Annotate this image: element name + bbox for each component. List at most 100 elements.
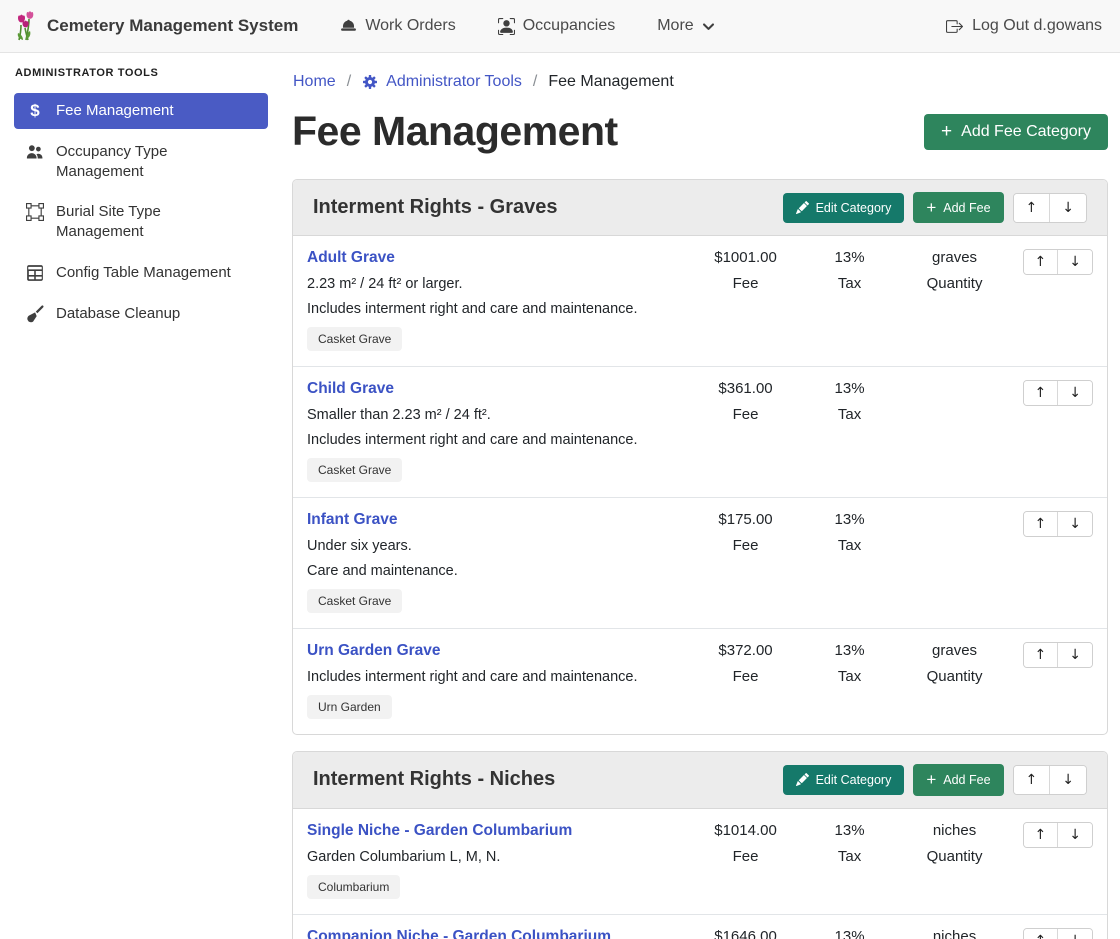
breadcrumb-admin-tools-link[interactable]: Administrator Tools bbox=[362, 73, 522, 91]
category-header: Interment Rights - Graves Edit Category … bbox=[293, 180, 1107, 236]
fee-description: Care and maintenance. bbox=[307, 563, 683, 579]
fee-tax-label: Tax bbox=[801, 406, 899, 423]
app-title: Cemetery Management System bbox=[47, 16, 298, 36]
logout-link[interactable]: Log Out d.gowans bbox=[946, 17, 1102, 35]
nav-work-orders[interactable]: Work Orders bbox=[340, 17, 455, 35]
sidebar-item-label: Burial Site Type Management bbox=[56, 202, 234, 242]
fee-amount: $372.00 bbox=[691, 642, 801, 659]
fee-type-badge: Casket Grave bbox=[307, 589, 402, 613]
fee-tax: 13% bbox=[801, 642, 899, 659]
fee-description: Includes interment right and care and ma… bbox=[307, 301, 683, 317]
move-fee-down-button[interactable]: ↓ bbox=[1057, 823, 1092, 847]
fee-amount-label: Fee bbox=[691, 537, 801, 554]
sidebar-item-database-cleanup[interactable]: Database Cleanup bbox=[14, 296, 268, 332]
category-title: Interment Rights - Niches bbox=[313, 768, 774, 791]
sidebar-item-occupancy-type[interactable]: Occupancy Type Management bbox=[14, 134, 268, 190]
move-fee-up-button[interactable]: ↑ bbox=[1024, 929, 1058, 939]
fee-tax: 13% bbox=[801, 822, 899, 839]
sidebar-item-label: Database Cleanup bbox=[56, 304, 180, 324]
fee-name-link[interactable]: Companion Niche - Garden Columbarium bbox=[307, 928, 683, 939]
add-fee-button[interactable]: + Add Fee bbox=[913, 764, 1003, 795]
nav-work-orders-label: Work Orders bbox=[365, 17, 455, 35]
fee-row-child-grave: Child Grave Smaller than 2.23 m² / 24 ft… bbox=[293, 367, 1107, 498]
move-fee-down-button[interactable]: ↓ bbox=[1057, 381, 1092, 405]
fee-description: Under six years. bbox=[307, 538, 683, 554]
move-fee-up-button[interactable]: ↑ bbox=[1024, 381, 1058, 405]
fee-name-link[interactable]: Child Grave bbox=[307, 380, 683, 398]
move-category-down-button[interactable]: ↓ bbox=[1049, 194, 1086, 222]
fee-amount: $175.00 bbox=[691, 511, 801, 528]
breadcrumb: Home / Administrator Tool bbox=[293, 73, 1108, 91]
nav-occupancies[interactable]: Occupancies bbox=[498, 17, 616, 35]
move-category-up-button[interactable]: ↑ bbox=[1014, 766, 1050, 794]
fee-amount-label: Fee bbox=[691, 275, 801, 292]
fee-description: 2.23 m² / 24 ft² or larger. bbox=[307, 276, 683, 292]
fee-amount: $1014.00 bbox=[691, 822, 801, 839]
fee-name-link[interactable]: Infant Grave bbox=[307, 511, 683, 529]
fee-description: Includes interment right and care and ma… bbox=[307, 432, 683, 448]
fee-amount: $361.00 bbox=[691, 380, 801, 397]
fee-row-urn-garden-grave: Urn Garden Grave Includes interment righ… bbox=[293, 629, 1107, 734]
fee-amount-label: Fee bbox=[691, 848, 801, 865]
people-icon bbox=[25, 143, 45, 161]
move-fee-up-button[interactable]: ↑ bbox=[1024, 512, 1058, 536]
fee-name-link[interactable]: Adult Grave bbox=[307, 249, 683, 267]
sidebar-item-config-table[interactable]: Config Table Management bbox=[14, 255, 268, 291]
edit-category-button[interactable]: Edit Category bbox=[783, 193, 905, 223]
fee-name-link[interactable]: Urn Garden Grave bbox=[307, 642, 683, 660]
plus-icon: + bbox=[926, 200, 936, 215]
move-fee-down-button[interactable]: ↓ bbox=[1057, 512, 1092, 536]
move-category-down-button[interactable]: ↓ bbox=[1049, 766, 1086, 794]
category-title: Interment Rights - Graves bbox=[313, 196, 774, 219]
dollar-icon: $ bbox=[25, 102, 45, 119]
broom-icon bbox=[25, 305, 45, 323]
category-reorder-group: ↑ ↓ bbox=[1013, 765, 1087, 795]
fee-tax: 13% bbox=[801, 928, 899, 939]
fee-tax-label: Tax bbox=[801, 668, 899, 685]
logout-label: Log Out d.gowans bbox=[972, 17, 1102, 35]
edit-category-button[interactable]: Edit Category bbox=[783, 765, 905, 795]
move-fee-up-button[interactable]: ↑ bbox=[1024, 643, 1058, 667]
move-fee-down-button[interactable]: ↓ bbox=[1057, 643, 1092, 667]
nav-more[interactable]: More bbox=[657, 17, 714, 35]
move-fee-down-button[interactable]: ↓ bbox=[1057, 929, 1092, 939]
fee-tax: 13% bbox=[801, 249, 899, 266]
fee-reorder-group: ↑ ↓ bbox=[1023, 928, 1093, 939]
fee-quantity: niches bbox=[899, 928, 1011, 939]
fee-row-single-niche: Single Niche - Garden Columbarium Garden… bbox=[293, 809, 1107, 915]
sidebar-item-fee-management[interactable]: $ Fee Management bbox=[14, 93, 268, 129]
breadcrumb-separator: / bbox=[533, 73, 537, 91]
edit-category-label: Edit Category bbox=[816, 773, 892, 787]
fee-quantity: graves bbox=[899, 642, 1011, 659]
breadcrumb-home-link[interactable]: Home bbox=[293, 73, 336, 91]
person-bounding-box-icon bbox=[498, 18, 515, 35]
hard-hat-icon bbox=[340, 18, 357, 35]
table-icon bbox=[25, 264, 45, 282]
add-fee-label: Add Fee bbox=[943, 201, 990, 215]
bounding-box-icon bbox=[25, 203, 45, 221]
sidebar-item-label: Occupancy Type Management bbox=[56, 142, 234, 182]
breadcrumb-admin-tools-label: Administrator Tools bbox=[386, 73, 522, 91]
brand[interactable]: Cemetery Management System bbox=[14, 11, 298, 41]
plus-icon: + bbox=[926, 772, 936, 787]
sidebar-item-label: Fee Management bbox=[56, 101, 174, 121]
add-fee-button[interactable]: + Add Fee bbox=[913, 192, 1003, 223]
move-fee-up-button[interactable]: ↑ bbox=[1024, 823, 1058, 847]
fee-amount: $1646.00 bbox=[691, 928, 801, 939]
move-fee-down-button[interactable]: ↓ bbox=[1057, 250, 1092, 274]
move-fee-up-button[interactable]: ↑ bbox=[1024, 250, 1058, 274]
add-fee-category-button[interactable]: + Add Fee Category bbox=[924, 114, 1108, 150]
fee-type-badge: Columbarium bbox=[307, 875, 400, 899]
move-category-up-button[interactable]: ↑ bbox=[1014, 194, 1050, 222]
fee-description: Smaller than 2.23 m² / 24 ft². bbox=[307, 407, 683, 423]
fee-type-badge: Casket Grave bbox=[307, 327, 402, 351]
page-title: Fee Management bbox=[292, 108, 618, 155]
fee-quantity-label: Quantity bbox=[899, 848, 1011, 865]
fee-row-companion-niche: Companion Niche - Garden Columbarium Gar… bbox=[293, 915, 1107, 939]
category-reorder-group: ↑ ↓ bbox=[1013, 193, 1087, 223]
sidebar-item-burial-site-type[interactable]: Burial Site Type Management bbox=[14, 194, 268, 250]
fee-name-link[interactable]: Single Niche - Garden Columbarium bbox=[307, 822, 683, 840]
breadcrumb-separator: / bbox=[347, 73, 351, 91]
fee-quantity-label: Quantity bbox=[899, 668, 1011, 685]
fee-type-badge: Casket Grave bbox=[307, 458, 402, 482]
